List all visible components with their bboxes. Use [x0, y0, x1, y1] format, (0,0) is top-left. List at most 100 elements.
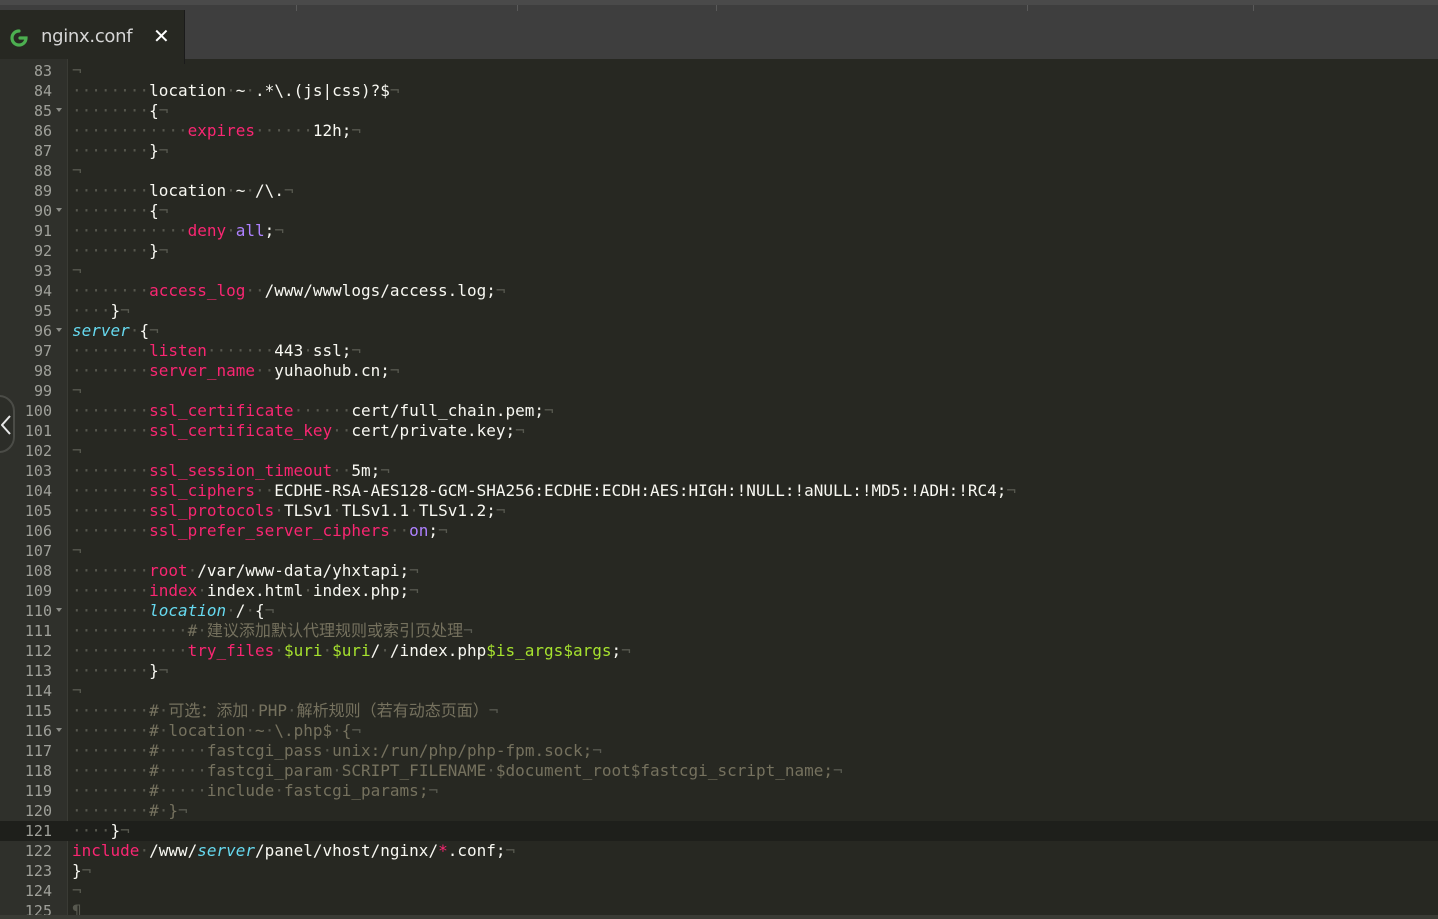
code-line[interactable]: 109 ········index·index.html·index.php;¬ [0, 581, 1438, 601]
code-line[interactable]: 124 ¬ [0, 881, 1438, 901]
code-text: ········listen·······443·ssl;¬ [72, 341, 362, 360]
line-number: 84 [33, 82, 52, 100]
code-line[interactable]: 86 ············expires······12h;¬ [0, 121, 1438, 141]
code-line[interactable]: 94 ········access_log··/www/wwwlogs/acces… [0, 281, 1438, 301]
code-line[interactable]: 95 ····}¬ [0, 301, 1438, 321]
code-line[interactable]: 87 ········}¬ [0, 141, 1438, 161]
line-number: 119 [24, 782, 52, 800]
code-text: ····}¬ [72, 821, 130, 840]
line-number: 89 [33, 182, 52, 200]
line-number: 106 [24, 522, 52, 540]
code-line[interactable]: 113 ········}¬ [0, 661, 1438, 681]
code-line[interactable]: 123}¬ [0, 861, 1438, 881]
chevron-left-icon[interactable] [0, 395, 15, 453]
sublime-file-icon [10, 29, 28, 47]
code-line[interactable]: 110 ········location·/·{¬ [0, 601, 1438, 621]
code-text: ········{¬ [72, 201, 169, 220]
code-line[interactable]: 93 ¬ [0, 261, 1438, 281]
code-text: ········#·可选：添加·PHP·解析规则（若有动态页面）¬ [72, 701, 499, 720]
code-line[interactable]: 96 server·{¬ [0, 321, 1438, 341]
code-line[interactable]: 107 ¬ [0, 541, 1438, 561]
line-number: 94 [33, 282, 52, 300]
code-line[interactable]: 108 ········root·/var/www-data/yhxtapi;¬ [0, 561, 1438, 581]
line-number: 114 [24, 682, 52, 700]
code-line[interactable]: 115 ········#·可选：添加·PHP·解析规则（若有动态页面）¬ [0, 701, 1438, 721]
code-line[interactable]: 90 ········{¬ [0, 201, 1438, 221]
line-number: 103 [24, 462, 52, 480]
tab-divider [517, 5, 518, 11]
code-line[interactable]: 120 ········#·}¬ [0, 801, 1438, 821]
code-line[interactable]: 105 ········ssl_protocols·TLSv1·TLSv1.1·T… [0, 501, 1438, 521]
code-line[interactable]: 92 ········}¬ [0, 241, 1438, 261]
fold-arrow-icon[interactable] [56, 728, 62, 732]
code-text: ········#·····include·fastcgi_params;¬ [72, 781, 439, 800]
line-number: 92 [33, 242, 52, 260]
code-text: ¬ [72, 61, 82, 80]
code-text: ········}¬ [72, 141, 169, 160]
close-icon[interactable]: ✕ [153, 24, 170, 48]
code-line[interactable]: 88 ¬ [0, 161, 1438, 181]
code-text: ¬ [72, 261, 82, 280]
code-line[interactable]: 106 ········ssl_prefer_server_ciphers··on… [0, 521, 1438, 541]
code-line[interactable]: 122 include·/www/server/panel/vhost/nginx… [0, 841, 1438, 861]
code-text: ········access_log··/www/wwwlogs/access.… [72, 281, 506, 300]
code-text: ········ssl_certificate_key··cert/privat… [72, 421, 525, 440]
code-line[interactable]: 114 ¬ [0, 681, 1438, 701]
line-number: 111 [24, 622, 52, 640]
code-line[interactable]: 97 ········listen·······443·ssl;¬ [0, 341, 1438, 361]
code-line[interactable]: 99 ¬ [0, 381, 1438, 401]
code-text: ········ssl_session_timeout··5m;¬ [72, 461, 390, 480]
code-line[interactable]: 121 ····}¬ [0, 821, 1438, 841]
fold-arrow-icon[interactable] [56, 608, 62, 612]
code-text: ¬ [72, 541, 82, 560]
code-line[interactable]: 118 ········#·····fastcgi_param·SCRIPT_FI… [0, 761, 1438, 781]
code-line[interactable]: 116 ········#·location·~·\.php$·{¬ [0, 721, 1438, 741]
code-text: ············try_files·$uri·$uri/·/index.… [72, 641, 631, 660]
code-text: ········server_name··yuhaohub.cn;¬ [72, 361, 400, 380]
code-line[interactable]: 89 ········location·~·/\.¬ [0, 181, 1438, 201]
code-line[interactable]: 85 ········{¬ [0, 101, 1438, 121]
code-text: ········#·····fastcgi_pass·unix:/run/php… [72, 741, 602, 760]
code-text: ········ssl_prefer_server_ciphers··on;¬ [72, 521, 448, 540]
fold-arrow-icon[interactable] [56, 328, 62, 332]
horizontal-scrollbar[interactable] [0, 915, 1438, 919]
line-number: 91 [33, 222, 52, 240]
line-number: 108 [24, 562, 52, 580]
code-editor[interactable]: 83 ¬ 84 ········location·~·.*\.(js|css)?$¬ 8… [0, 59, 1438, 919]
line-number: 93 [33, 262, 52, 280]
line-number: 87 [33, 142, 52, 160]
code-line[interactable]: 112 ············try_files·$uri·$uri/·/ind… [0, 641, 1438, 661]
tab-nginx-conf[interactable]: nginx.conf ✕ [0, 10, 185, 64]
code-line[interactable]: 83 ¬ [0, 61, 1438, 81]
code-line[interactable]: 104 ········ssl_ciphers··ECDHE-RSA-AES128… [0, 481, 1438, 501]
code-text: ¬ [72, 381, 82, 400]
line-number: 122 [24, 842, 52, 860]
code-text: ········location·/·{¬ [72, 601, 275, 620]
code-line[interactable]: 91 ············deny·all;¬ [0, 221, 1438, 241]
code-text: ········#·location·~·\.php$·{¬ [72, 721, 362, 740]
fold-arrow-icon[interactable] [56, 208, 62, 212]
line-number: 115 [24, 702, 52, 720]
line-number: 98 [33, 362, 52, 380]
code-line[interactable]: 101 ········ssl_certificate_key··cert/pri… [0, 421, 1438, 441]
code-text: ········#·····fastcgi_param·SCRIPT_FILEN… [72, 761, 843, 780]
code-line[interactable]: 111 ············#·建议添加默认代理规则或索引页处理¬ [0, 621, 1438, 641]
line-number: 90 [33, 202, 52, 220]
code-line[interactable]: 119 ········#·····include·fastcgi_params;… [0, 781, 1438, 801]
code-text: include·/www/server/panel/vhost/nginx/*.… [72, 841, 516, 860]
code-line[interactable]: 102 ¬ [0, 441, 1438, 461]
code-text: ¬ [72, 681, 82, 700]
code-text: ········location·~·/\.¬ [72, 181, 294, 200]
code-text: ········root·/var/www-data/yhxtapi;¬ [72, 561, 419, 580]
code-line[interactable]: 103 ········ssl_session_timeout··5m;¬ [0, 461, 1438, 481]
code-text: ········ssl_protocols·TLSv1·TLSv1.1·TLSv… [72, 501, 506, 520]
line-number: 95 [33, 302, 52, 320]
line-number: 107 [24, 542, 52, 560]
code-line[interactable]: 84 ········location·~·.*\.(js|css)?$¬ [0, 81, 1438, 101]
code-text: ¬ [72, 881, 82, 900]
code-line[interactable]: 100 ········ssl_certificate······cert/ful… [0, 401, 1438, 421]
fold-arrow-icon[interactable] [56, 108, 62, 112]
code-line[interactable]: 98 ········server_name··yuhaohub.cn;¬ [0, 361, 1438, 381]
code-line[interactable]: 117 ········#·····fastcgi_pass·unix:/run/… [0, 741, 1438, 761]
line-number: 113 [24, 662, 52, 680]
